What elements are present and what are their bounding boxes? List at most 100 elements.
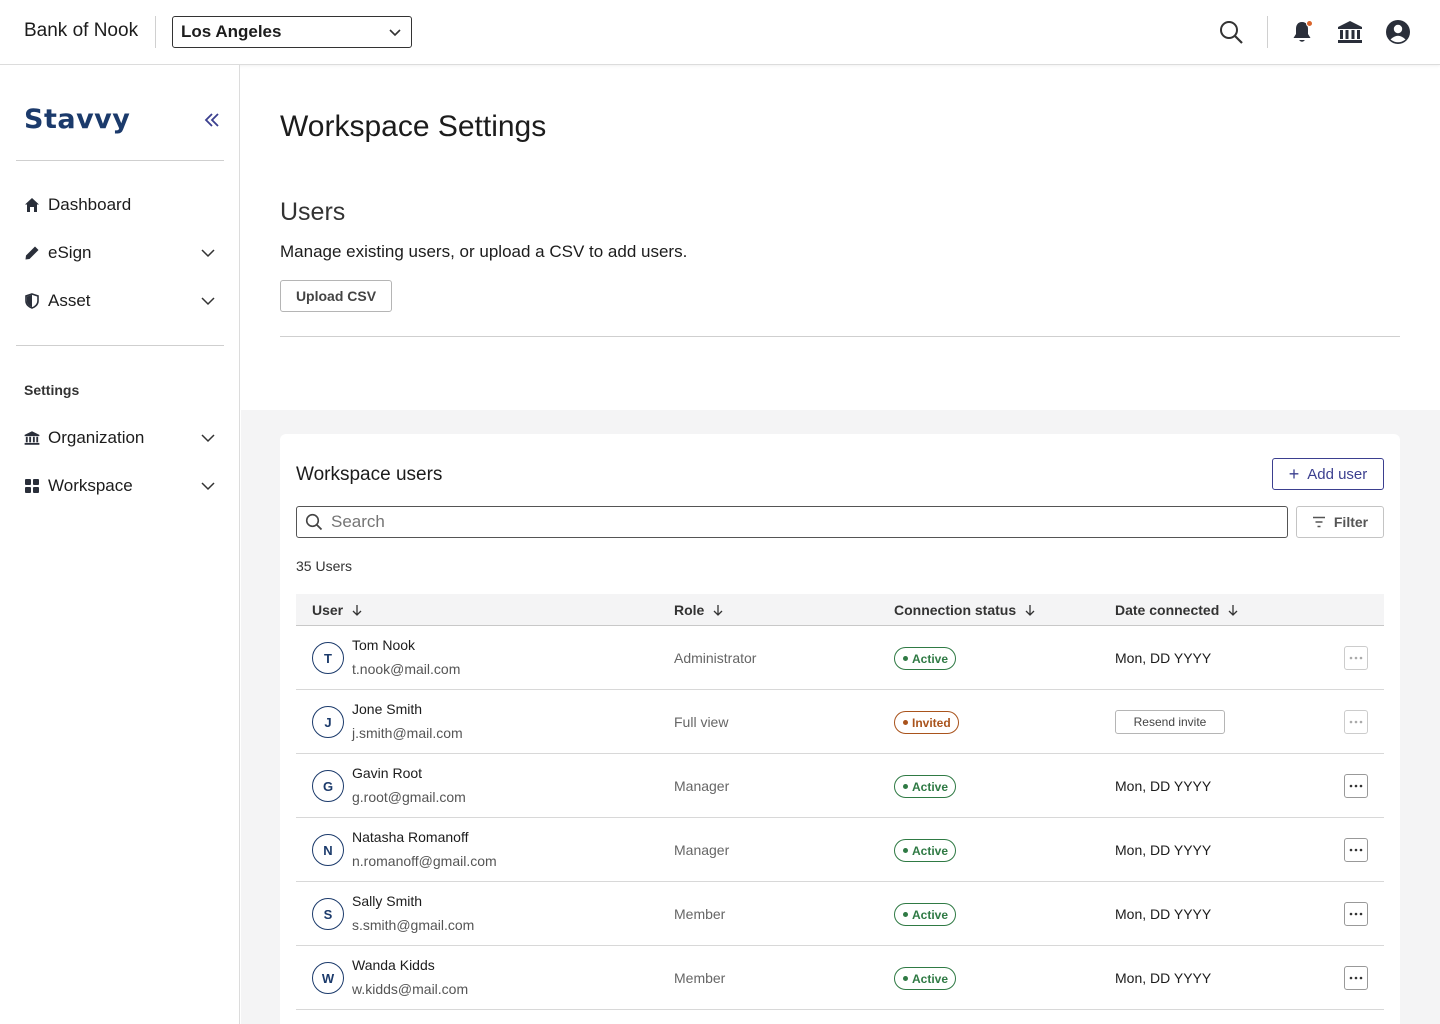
home-icon: [24, 197, 40, 213]
sidebar-item-label: Workspace: [48, 476, 133, 495]
pen-icon: [24, 245, 40, 261]
chevron-down-icon: [201, 434, 215, 443]
card-title: Workspace users: [296, 464, 443, 485]
table-row: T Tom Nook t.nook@mail.com Administrator…: [296, 626, 1384, 690]
collapse-sidebar-icon[interactable]: [202, 110, 222, 130]
user-email: j.smith@mail.com: [352, 725, 463, 741]
add-user-button[interactable]: + Add user: [1272, 458, 1384, 490]
resend-invite-button[interactable]: Resend invite: [1115, 710, 1225, 734]
user-role: Administrator: [674, 650, 757, 666]
more-horizontal-icon: [1349, 656, 1363, 660]
sidebar-item-label: Dashboard: [48, 195, 132, 214]
more-horizontal-icon: [1349, 976, 1363, 980]
status-dot: [903, 656, 908, 661]
user-role: Manager: [674, 778, 730, 794]
user-name: Jone Smith: [352, 701, 423, 717]
row-actions-button[interactable]: [1344, 774, 1368, 798]
status-dot: [903, 912, 908, 917]
table-row: W Wanda Kidds w.kidds@mail.com Member Ac…: [296, 946, 1384, 1010]
date-connected: Mon, DD YYYY: [1115, 650, 1212, 666]
avatar: W: [312, 962, 344, 994]
user-role: Manager: [674, 842, 730, 858]
bank-icon: [24, 430, 40, 446]
chevron-down-icon: [201, 249, 215, 258]
status-badge: Active: [894, 967, 957, 990]
column-header-role[interactable]: Role: [674, 602, 724, 618]
sidebar-divider: [16, 160, 224, 161]
search-input[interactable]: [331, 512, 1231, 532]
bell-icon[interactable]: [1288, 18, 1316, 46]
column-header-user[interactable]: User: [312, 602, 363, 618]
row-actions-button[interactable]: [1344, 838, 1368, 862]
chevron-down-icon: [389, 29, 401, 37]
column-header-date-connected[interactable]: Date connected: [1115, 602, 1239, 618]
shield-icon: [24, 293, 40, 309]
status-badge: Active: [894, 839, 957, 862]
top-icons-divider: [1267, 16, 1268, 48]
notification-dot: [1306, 20, 1313, 27]
avatar: G: [312, 770, 344, 802]
table-row: J Jone Smith j.smith@mail.com Full view …: [296, 690, 1384, 754]
users-heading: Users: [280, 198, 346, 226]
sidebar-item-asset[interactable]: Asset: [16, 281, 224, 321]
user-count: 35 Users: [296, 558, 353, 574]
sort-arrow-icon: [1228, 604, 1238, 616]
table-row: N Natasha Romanoff n.romanoff@gmail.com …: [296, 818, 1384, 882]
top-icons: [1217, 16, 1412, 48]
plus-icon: +: [1288, 464, 1300, 484]
date-connected: Mon, DD YYYY: [1115, 906, 1212, 922]
sidebar-item-label: eSign: [48, 243, 92, 262]
user-name: Gavin Root: [352, 765, 423, 781]
more-horizontal-icon: [1349, 848, 1363, 852]
avatar: S: [312, 898, 344, 930]
sidebar: Stavvy Dashboard eSign Asset Settings Or…: [0, 65, 240, 1024]
more-horizontal-icon: [1349, 720, 1363, 724]
row-actions-button[interactable]: [1344, 646, 1368, 670]
date-connected: Mon, DD YYYY: [1115, 970, 1212, 986]
search-icon[interactable]: [1217, 18, 1245, 46]
workspace-users-card: Workspace users + Add user Filter 35 Use…: [280, 434, 1400, 1024]
sort-arrow-icon: [713, 604, 723, 616]
brand-logo: Stavvy: [24, 104, 131, 135]
search-icon: [305, 513, 323, 531]
status-dot: [903, 720, 908, 725]
users-description: Manage existing users, or upload a CSV t…: [280, 242, 688, 261]
date-connected: Mon, DD YYYY: [1115, 778, 1212, 794]
table-row: S Sally Smith s.smith@gmail.com Member A…: [296, 882, 1384, 946]
user-email: t.nook@mail.com: [352, 661, 461, 677]
users-table: User Role Connection status Date connect…: [296, 594, 1384, 1010]
row-actions-button[interactable]: [1344, 966, 1368, 990]
sidebar-item-dashboard[interactable]: Dashboard: [16, 185, 224, 225]
user-name: Tom Nook: [352, 637, 416, 653]
settings-section-label: Settings: [24, 382, 80, 398]
location-value: Los Angeles: [181, 22, 282, 41]
search-field[interactable]: [296, 506, 1288, 538]
location-select[interactable]: Los Angeles: [172, 16, 412, 48]
top-bar: Bank of Nook Los Angeles: [0, 0, 1440, 65]
status-badge: Active: [894, 775, 957, 798]
row-actions-button[interactable]: [1344, 902, 1368, 926]
table-row: G Gavin Root g.root@gmail.com Manager Ac…: [296, 754, 1384, 818]
sidebar-item-workspace[interactable]: Workspace: [16, 466, 224, 506]
sidebar-item-organization[interactable]: Organization: [16, 418, 224, 458]
status-badge: Invited: [894, 711, 959, 734]
filter-button[interactable]: Filter: [1296, 506, 1384, 538]
bank-icon[interactable]: [1336, 18, 1364, 46]
user-role: Member: [674, 906, 726, 922]
user-email: n.romanoff@gmail.com: [352, 853, 497, 869]
more-horizontal-icon: [1349, 912, 1363, 916]
section-divider: [280, 336, 1400, 337]
column-header-connection-status[interactable]: Connection status: [894, 602, 1036, 618]
user-email: s.smith@gmail.com: [352, 917, 475, 933]
account-icon[interactable]: [1384, 18, 1412, 46]
sidebar-item-esign[interactable]: eSign: [16, 233, 224, 273]
chevron-down-icon: [201, 482, 215, 491]
chevron-down-icon: [201, 297, 215, 306]
avatar: J: [312, 706, 344, 738]
status-dot: [903, 848, 908, 853]
upload-csv-button[interactable]: Upload CSV: [280, 280, 392, 312]
top-divider: [155, 16, 156, 48]
sidebar-item-label: Asset: [48, 291, 91, 310]
row-actions-button[interactable]: [1344, 710, 1368, 734]
filter-label: Filter: [1333, 514, 1369, 530]
